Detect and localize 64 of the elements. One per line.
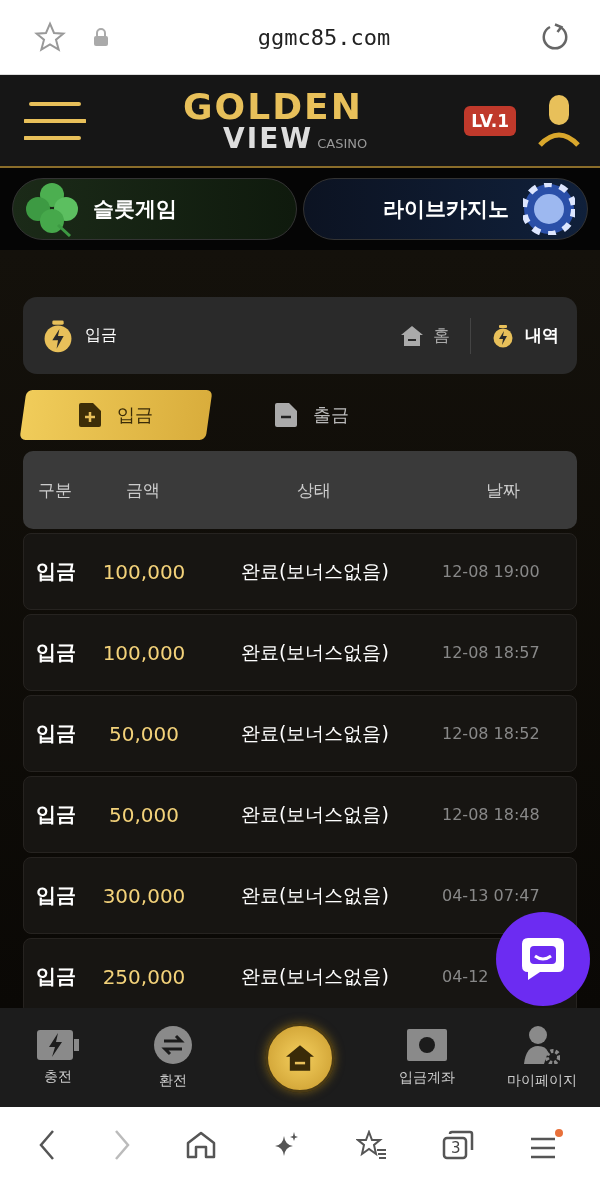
- column-header: 구분: [37, 478, 73, 502]
- column-header: 금액: [125, 478, 161, 502]
- table-cell-text: 50,000: [108, 802, 180, 827]
- table-cell-text: 입금: [35, 558, 77, 585]
- battery-bolt-icon: [36, 1029, 79, 1060]
- stopwatch-icon: [491, 323, 515, 348]
- table-cell-text: 50,000: [108, 721, 180, 746]
- home-icon[interactable]: [186, 1130, 217, 1159]
- table-cell-text: 완료(보너스없음): [240, 720, 390, 746]
- level-badge: LV.1: [464, 105, 516, 136]
- table-cell-text: 입금: [35, 801, 77, 828]
- bookmark-star-icon[interactable]: [355, 1129, 388, 1160]
- remove-file-icon: [275, 403, 297, 427]
- table-cell-text: 입금: [35, 639, 77, 666]
- reload-icon[interactable]: [540, 22, 570, 52]
- column-header: 날짜: [485, 478, 521, 502]
- nav-item[interactable]: 입금계좌: [369, 1028, 485, 1087]
- home-link[interactable]: 홈: [433, 324, 450, 347]
- chip-icon: [523, 183, 575, 235]
- table-cell-text: 완료(보너스없음): [240, 639, 390, 665]
- home-icon[interactable]: [401, 325, 423, 346]
- table-cell-text: 완료(보너스없음): [240, 963, 390, 989]
- tab[interactable]: 출금: [219, 390, 405, 440]
- table-cell-text: 12-08 19:00: [441, 562, 541, 581]
- exchange-icon: [154, 1025, 193, 1064]
- game-category-button[interactable]: 라이브카지노: [303, 178, 588, 240]
- history-link[interactable]: 내역: [525, 324, 559, 347]
- table-cell-text: 300,000: [101, 883, 187, 908]
- home-icon: [286, 1044, 314, 1071]
- nav-item[interactable]: 마이페이지: [484, 1025, 600, 1090]
- nav-item[interactable]: 충전: [0, 1029, 116, 1086]
- lock-icon: [94, 28, 108, 46]
- table-cell-text: 12-08 18:57: [441, 643, 541, 662]
- chat-icon: [520, 936, 566, 982]
- column-header: 상태: [296, 478, 332, 502]
- game-category-button[interactable]: 슬롯게임: [12, 178, 297, 240]
- table-cell-text: 입금: [35, 720, 77, 747]
- table-cell-text: 입금: [35, 963, 77, 990]
- table-cell-text: 100,000: [101, 640, 187, 665]
- game-label: 라이브카지노: [383, 196, 509, 222]
- user-gear-icon: [524, 1025, 561, 1064]
- menu-icon[interactable]: [528, 1128, 563, 1161]
- table-cell-text: 12-08 18:52: [441, 724, 541, 743]
- table-cell-text: 250,000: [101, 964, 187, 989]
- tab[interactable]: 입금: [19, 390, 213, 440]
- menu-icon[interactable]: [24, 100, 86, 141]
- star-icon[interactable]: [34, 21, 66, 53]
- game-label: 슬롯게임: [93, 196, 177, 222]
- table-cell-text: 입금: [35, 882, 77, 909]
- user-icon[interactable]: [538, 94, 580, 147]
- page-title: 입금: [85, 325, 118, 346]
- table-cell-text: 완료(보너스없음): [240, 882, 390, 908]
- table-cell-text: 완료(보너스없음): [240, 558, 390, 584]
- table-cell-text: 04-13 07:47: [441, 886, 541, 905]
- table-cell-text: 100,000: [101, 559, 187, 584]
- table-cell-text: 04-12: [441, 967, 490, 986]
- cash-icon: [406, 1028, 447, 1061]
- add-file-icon: [79, 403, 101, 427]
- table-cell-text: 12-08 18:48: [441, 805, 541, 824]
- clover-icon: [25, 181, 79, 237]
- home-button[interactable]: [265, 1022, 335, 1093]
- logo[interactable]: GOLDEN VIEW CASINO: [183, 88, 368, 153]
- table-cell-text: 완료(보너스없음): [240, 801, 390, 827]
- nav-item[interactable]: 환전: [115, 1025, 231, 1090]
